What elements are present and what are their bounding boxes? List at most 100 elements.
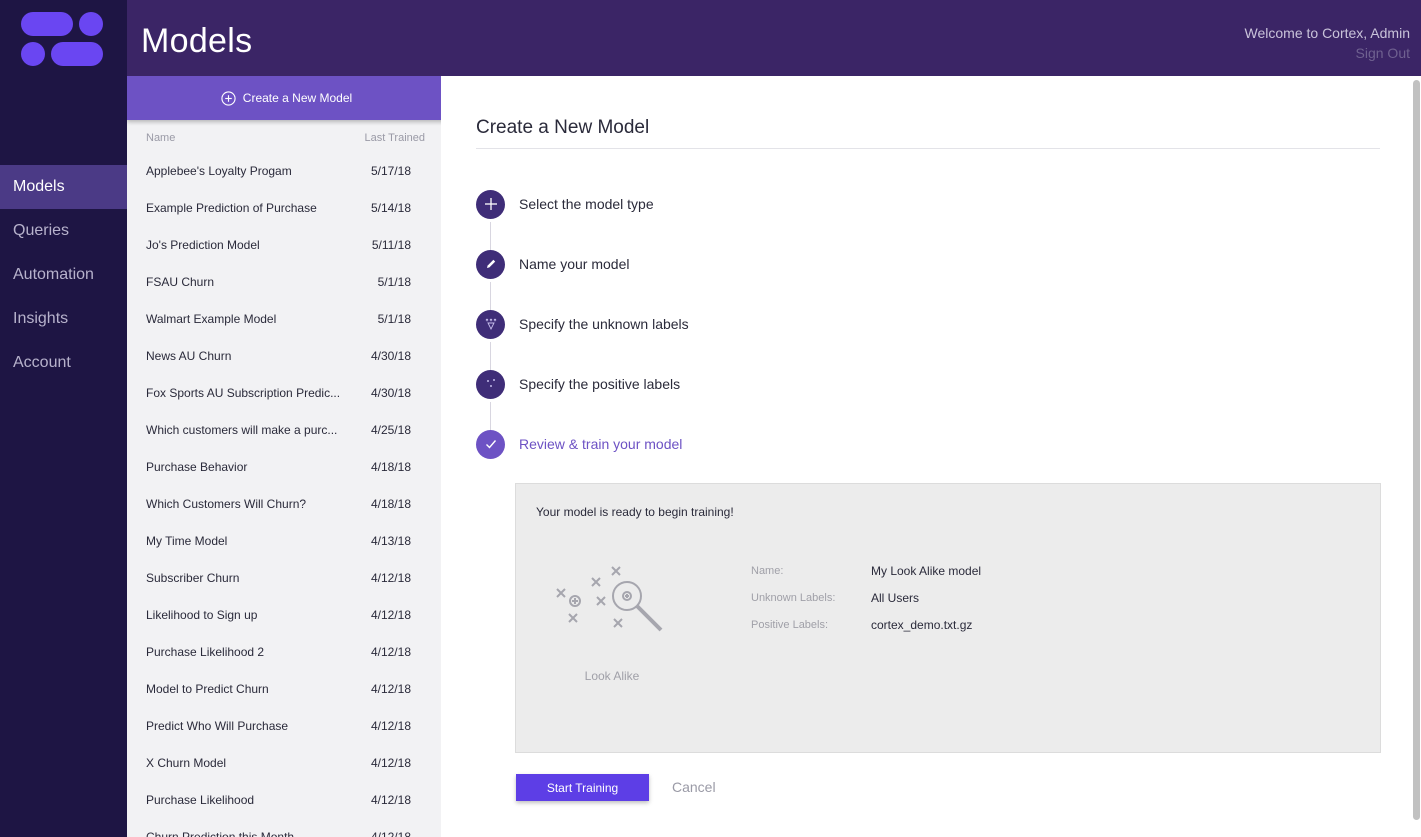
model-last-trained: 5/1/18 xyxy=(377,275,411,289)
model-name: Churn Prediction this Month xyxy=(146,830,295,837)
create-new-model-label: Create a New Model xyxy=(242,91,353,105)
ready-message: Your model is ready to begin training! xyxy=(536,505,734,519)
positive-labels-label: Positive Labels: xyxy=(751,619,829,631)
model-list-item[interactable]: Purchase Likelihood 2 4/12/18 xyxy=(127,633,441,670)
model-list-item[interactable]: Predict Who Will Purchase 4/12/18 xyxy=(127,707,441,744)
model-name: My Time Model xyxy=(146,534,228,548)
step-unknown-labels[interactable]: Specify the unknown labels xyxy=(476,309,689,339)
model-last-trained: 4/12/18 xyxy=(370,793,411,807)
step-positive-labels[interactable]: Specify the positive labels xyxy=(476,369,680,399)
model-list-item[interactable]: Model to Predict Churn 4/12/18 xyxy=(127,670,441,707)
model-list-item[interactable]: Which Customers Will Churn? 4/18/18 xyxy=(127,485,441,522)
model-list-item[interactable]: Likelihood to Sign up 4/12/18 xyxy=(127,596,441,633)
nav-item-insights[interactable]: Insights xyxy=(0,297,131,341)
step-review-train[interactable]: Review & train your model xyxy=(476,429,682,459)
nav-list: Models Queries Automation Insights Accou… xyxy=(0,165,131,385)
look-alike-icon xyxy=(556,566,663,632)
model-list-item[interactable]: Applebee's Loyalty Progam 5/17/18 xyxy=(127,152,441,189)
unknown-labels-label: Unknown Labels: xyxy=(751,592,836,604)
unknown-labels-icon xyxy=(476,309,505,339)
model-last-trained: 5/1/18 xyxy=(377,312,411,326)
model-name: Walmart Example Model xyxy=(146,312,277,326)
scrollbar[interactable] xyxy=(1412,80,1421,820)
model-type-caption: Look Alike xyxy=(584,669,640,683)
step-name-model[interactable]: Name your model xyxy=(476,249,630,279)
model-name: Purchase Likelihood xyxy=(146,793,255,807)
model-list-rows: Applebee's Loyalty Progam 5/17/18 Example … xyxy=(127,152,441,837)
model-list-item[interactable]: Walmart Example Model 5/1/18 xyxy=(127,300,441,337)
step-label: Name your model xyxy=(519,256,630,272)
model-name: Fox Sports AU Subscription Predic... xyxy=(146,386,341,400)
model-last-trained: 4/12/18 xyxy=(370,719,411,733)
model-last-trained: 4/12/18 xyxy=(370,682,411,696)
model-last-trained: 4/12/18 xyxy=(370,756,411,770)
cortex-logo[interactable] xyxy=(21,12,103,66)
model-list-item[interactable]: Example Prediction of Purchase 5/14/18 xyxy=(127,189,441,226)
model-name: Which customers will make a purc... xyxy=(146,423,338,437)
start-training-button[interactable]: Start Training xyxy=(516,774,649,801)
welcome-text: Welcome to Cortex, Admin xyxy=(1244,25,1410,41)
model-last-trained: 5/14/18 xyxy=(370,201,411,215)
model-last-trained: 5/17/18 xyxy=(370,164,411,178)
model-last-trained: 4/25/18 xyxy=(370,423,411,437)
model-list-item[interactable]: My Time Model 4/13/18 xyxy=(127,522,441,559)
left-nav: Models Queries Automation Insights Accou… xyxy=(0,0,131,837)
top-header: Models Welcome to Cortex, Admin Sign Out xyxy=(127,0,1421,76)
model-last-trained: 4/13/18 xyxy=(370,534,411,548)
cancel-button[interactable]: Cancel xyxy=(672,779,716,795)
model-list-header: Name Last Trained xyxy=(146,132,425,144)
section-divider xyxy=(476,148,1380,149)
column-header-name[interactable]: Name xyxy=(146,132,175,144)
model-list-item[interactable]: X Churn Model 4/12/18 xyxy=(127,744,441,781)
model-last-trained: 5/11/18 xyxy=(371,238,411,252)
model-last-trained: 4/18/18 xyxy=(370,460,411,474)
nav-item-account[interactable]: Account xyxy=(0,341,131,385)
pencil-icon xyxy=(476,249,505,279)
positive-labels-value: cortex_demo.txt.gz xyxy=(871,618,973,632)
unknown-labels-value: All Users xyxy=(871,591,920,605)
model-list-item[interactable]: Jo's Prediction Model 5/11/18 xyxy=(127,226,441,263)
model-name: Model to Predict Churn xyxy=(146,682,269,696)
model-last-trained: 4/12/18 xyxy=(370,645,411,659)
step-label: Select the model type xyxy=(519,196,654,212)
model-list-panel: Create a New Model Name Last Trained App… xyxy=(127,76,441,837)
main-content: Create a New Model Select the model type… xyxy=(441,76,1421,837)
model-list-item[interactable]: Purchase Likelihood 4/12/18 xyxy=(127,781,441,818)
model-name: Purchase Likelihood 2 xyxy=(146,645,265,659)
model-name: Likelihood to Sign up xyxy=(146,608,258,622)
check-icon xyxy=(476,429,505,459)
nav-item-models[interactable]: Models xyxy=(0,165,131,209)
nav-item-automation[interactable]: Automation xyxy=(0,253,131,297)
create-new-model-button[interactable]: Create a New Model xyxy=(127,76,441,120)
model-name: Predict Who Will Purchase xyxy=(146,719,289,733)
plus-icon xyxy=(476,189,505,219)
model-list-item[interactable]: Fox Sports AU Subscription Predic... 4/30… xyxy=(127,374,441,411)
model-last-trained: 4/12/18 xyxy=(370,830,411,837)
scrollbar-thumb[interactable] xyxy=(1413,80,1420,820)
step-label: Specify the unknown labels xyxy=(519,316,689,332)
model-name: Jo's Prediction Model xyxy=(146,238,260,252)
name-label: Name: xyxy=(751,565,784,577)
model-list-item[interactable]: Purchase Behavior 4/18/18 xyxy=(127,448,441,485)
positive-labels-icon xyxy=(476,369,505,399)
column-header-last-trained[interactable]: Last Trained xyxy=(364,132,425,144)
model-list-item[interactable]: Which customers will make a purc... 4/25/… xyxy=(127,411,441,448)
model-name: Which Customers Will Churn? xyxy=(146,497,307,511)
model-name: FSAU Churn xyxy=(146,275,215,289)
step-select-model-type[interactable]: Select the model type xyxy=(476,189,654,219)
model-name: Applebee's Loyalty Progam xyxy=(146,164,292,178)
model-name: Purchase Behavior xyxy=(146,460,248,474)
model-list-item[interactable]: Churn Prediction this Month 4/12/18 xyxy=(127,818,441,837)
step-label-current: Review & train your model xyxy=(519,436,683,452)
model-list-item[interactable]: FSAU Churn 5/1/18 xyxy=(127,263,441,300)
model-name: News AU Churn xyxy=(146,349,232,363)
model-last-trained: 4/12/18 xyxy=(370,571,411,585)
model-list-item[interactable]: News AU Churn 4/30/18 xyxy=(127,337,441,374)
nav-item-queries[interactable]: Queries xyxy=(0,209,131,253)
sign-out-link[interactable]: Sign Out xyxy=(1356,45,1410,61)
name-value: My Look Alike model xyxy=(871,564,982,578)
model-list-item[interactable]: Subscriber Churn 4/12/18 xyxy=(127,559,441,596)
model-name: Subscriber Churn xyxy=(146,571,240,585)
model-last-trained: 4/18/18 xyxy=(370,497,411,511)
model-last-trained: 4/12/18 xyxy=(370,608,411,622)
